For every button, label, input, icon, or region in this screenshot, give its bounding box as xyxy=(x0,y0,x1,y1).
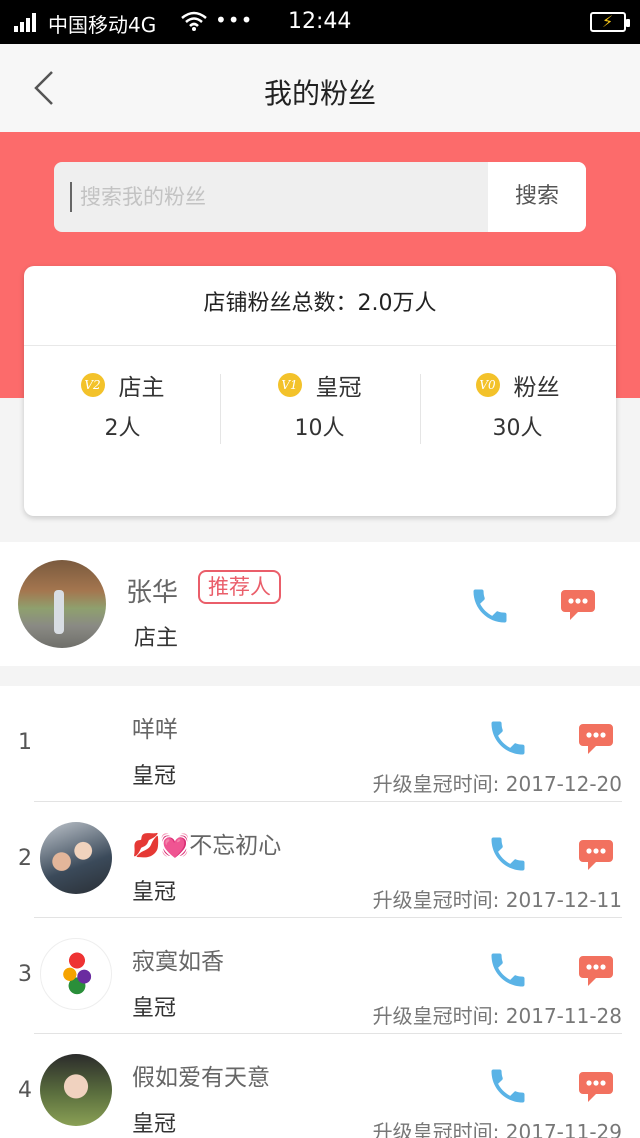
referrer-row[interactable]: 张华 推荐人 店主 xyxy=(0,542,640,666)
wifi-icon xyxy=(181,11,207,31)
phone-icon[interactable] xyxy=(468,584,512,628)
avatar xyxy=(40,938,112,1010)
item-upgrade-time: 升级皇冠时间: 2017-11-29 xyxy=(372,1120,622,1138)
list-item[interactable]: 4 假如爱有天意 皇冠 升级皇冠时间: 2017-11-29 xyxy=(0,1034,640,1138)
item-nickname: 💋💓不忘初心 xyxy=(132,833,282,859)
item-index: 1 xyxy=(18,730,32,755)
item-level: 皇冠 xyxy=(132,764,177,789)
item-level: 皇冠 xyxy=(132,880,177,905)
stat-count: 10人 xyxy=(294,416,345,441)
item-index: 2 xyxy=(18,846,32,871)
carrier-label: 中国移动4G xyxy=(48,13,157,37)
item-index: 3 xyxy=(18,962,32,987)
v2-badge-icon: V2 xyxy=(80,373,105,397)
list-item[interactable]: 3 寂寞如香 皇冠 升级皇冠时间: 2017-11-28 xyxy=(0,918,640,1034)
avatar xyxy=(40,822,112,894)
total-fans-count: 店铺粉丝总数：2.0万人 xyxy=(24,266,616,346)
v1-badge-icon: V1 xyxy=(277,373,302,397)
stat-shopkeeper[interactable]: V2 店主 2人 xyxy=(24,366,221,444)
item-level: 皇冠 xyxy=(132,1112,177,1137)
stat-label: 皇冠 xyxy=(315,375,362,401)
item-nickname: 咩咩 xyxy=(132,717,178,743)
text-caret xyxy=(70,182,72,212)
item-upgrade-time: 升级皇冠时间: 2017-11-28 xyxy=(372,1004,622,1028)
page-title: 我的粉丝 xyxy=(263,77,376,110)
chat-icon[interactable] xyxy=(560,588,596,622)
stat-label: 粉丝 xyxy=(513,375,560,401)
item-index: 4 xyxy=(18,1078,32,1103)
stat-label: 店主 xyxy=(118,375,165,401)
search-button[interactable]: 搜索 xyxy=(488,162,586,232)
item-upgrade-time: 升级皇冠时间: 2017-12-20 xyxy=(372,772,622,796)
stat-fans[interactable]: V0 粉丝 30人 xyxy=(419,366,616,444)
search-bar: 搜索 xyxy=(54,162,586,232)
avatar xyxy=(40,1054,112,1126)
clock: 12:44 xyxy=(288,9,352,34)
phone-icon[interactable] xyxy=(486,716,530,760)
referrer-name: 张华 xyxy=(126,578,179,608)
referrer-role: 店主 xyxy=(134,626,179,651)
phone-icon[interactable] xyxy=(486,1064,530,1108)
stat-count: 2人 xyxy=(104,416,141,441)
more-dots: ••• xyxy=(215,8,254,32)
avatar xyxy=(18,560,106,648)
chat-icon[interactable] xyxy=(578,1070,614,1104)
nav-bar: 我的粉丝 xyxy=(0,44,640,132)
search-input[interactable] xyxy=(80,162,480,232)
item-nickname: 假如爱有天意 xyxy=(132,1065,270,1091)
item-nickname: 寂寞如香 xyxy=(132,949,224,975)
item-level: 皇冠 xyxy=(132,996,177,1021)
fans-stats-card: 店铺粉丝总数：2.0万人 V2 店主 2人 V1 皇冠 10人 V0 粉丝 30… xyxy=(24,266,616,516)
chat-icon[interactable] xyxy=(578,722,614,756)
v0-badge-icon: V0 xyxy=(475,373,500,397)
list-item[interactable]: 1 咩咩 皇冠 升级皇冠时间: 2017-12-20 xyxy=(0,686,640,802)
phone-icon[interactable] xyxy=(486,832,530,876)
fans-list: 1 咩咩 皇冠 升级皇冠时间: 2017-12-20 2 💋💓不忘初心 皇冠 升… xyxy=(0,686,640,1138)
battery-icon: ⚡ xyxy=(590,12,630,32)
phone-icon[interactable] xyxy=(486,948,530,992)
referrer-tag: 推荐人 xyxy=(198,570,281,604)
list-item[interactable]: 2 💋💓不忘初心 皇冠 升级皇冠时间: 2017-12-11 xyxy=(0,802,640,918)
stat-crown[interactable]: V1 皇冠 10人 xyxy=(221,366,418,444)
signal-icon xyxy=(14,12,40,32)
item-upgrade-time: 升级皇冠时间: 2017-12-11 xyxy=(372,888,622,912)
section-gap xyxy=(0,666,640,686)
stat-count: 30人 xyxy=(492,416,543,441)
status-bar: 中国移动4G ••• 12:44 ⚡ xyxy=(0,0,640,44)
chat-icon[interactable] xyxy=(578,954,614,988)
chat-icon[interactable] xyxy=(578,838,614,872)
